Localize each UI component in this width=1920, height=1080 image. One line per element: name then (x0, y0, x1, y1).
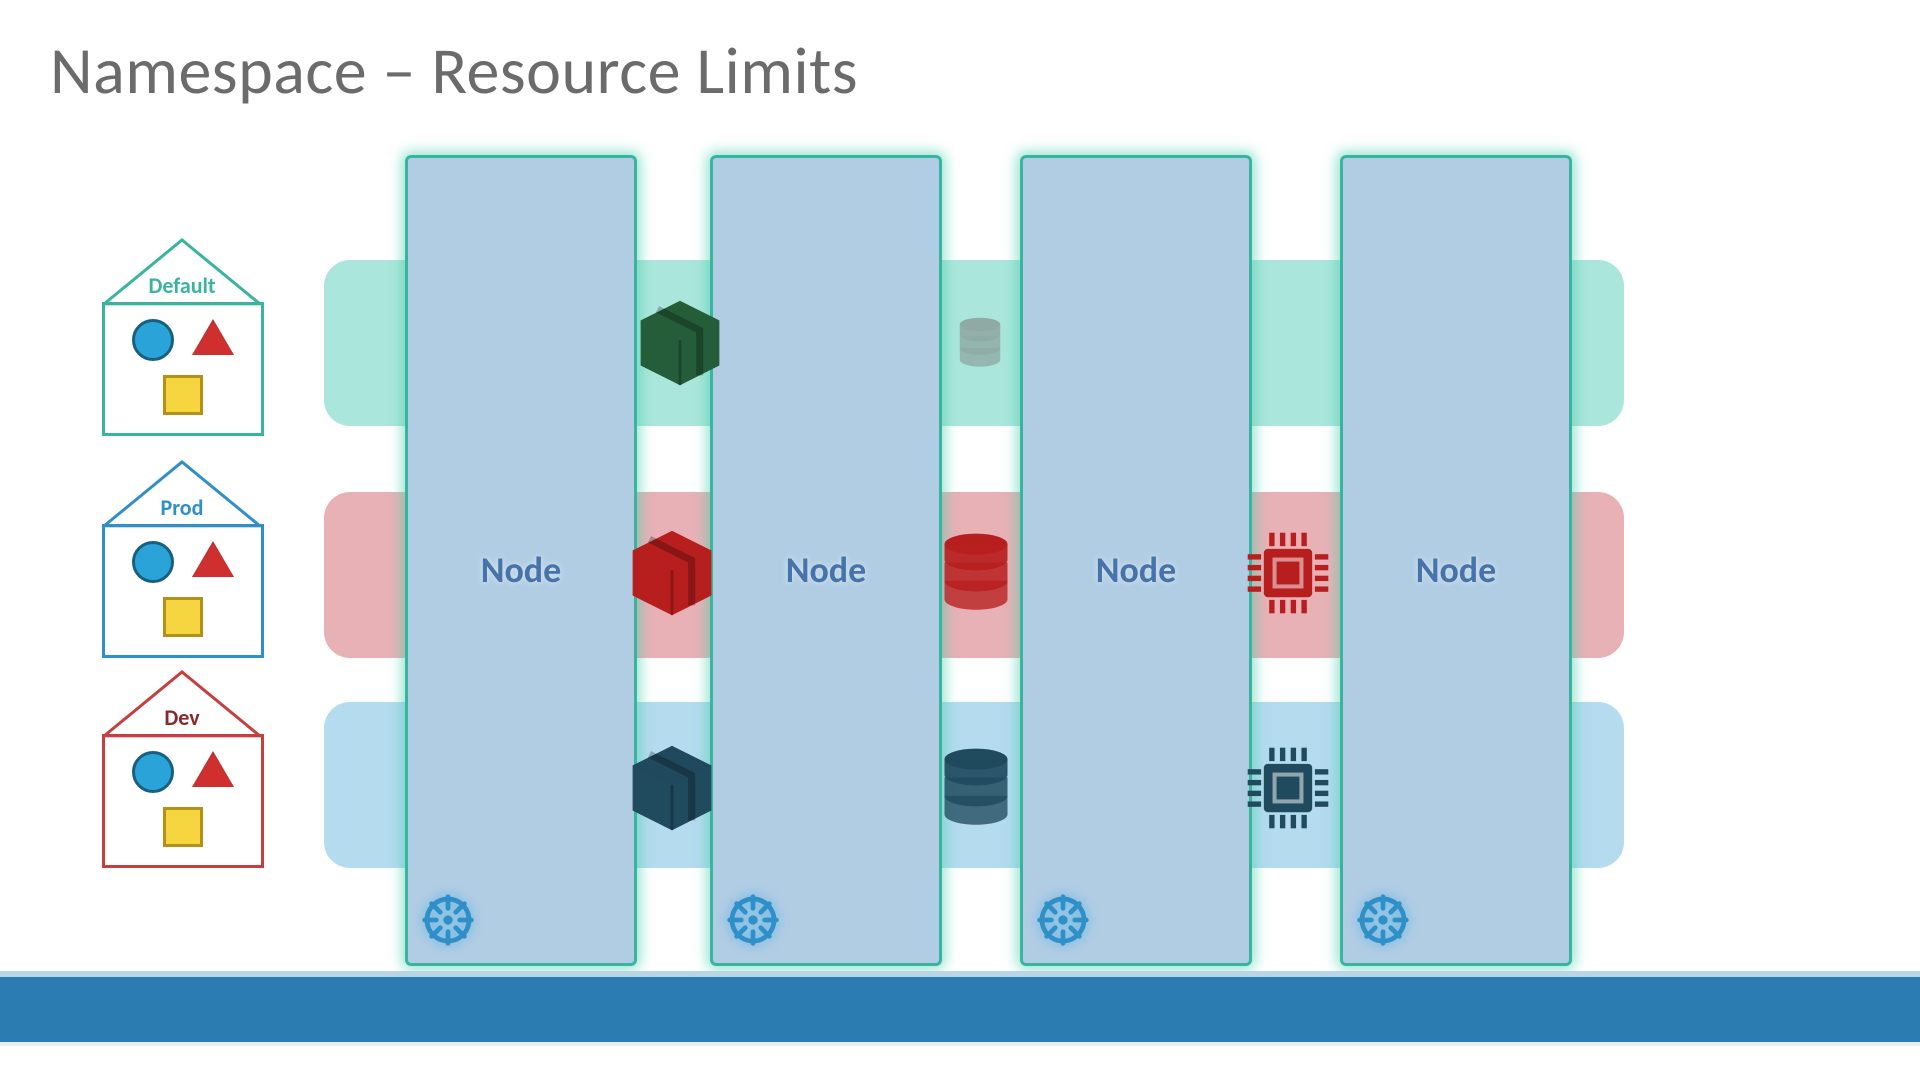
database-icon (934, 746, 1018, 830)
cpu-chip-icon (1245, 530, 1331, 616)
footer-bar (0, 977, 1920, 1042)
namespace-label: Dev (102, 704, 262, 731)
circle-icon (132, 319, 174, 361)
square-icon (163, 807, 203, 847)
package-box-icon (627, 528, 717, 618)
node-column: Node (710, 155, 942, 966)
node-label: Node (1343, 548, 1569, 592)
namespace-house-default: Default (102, 238, 262, 438)
package-box-icon (627, 743, 717, 833)
triangle-icon (192, 751, 234, 787)
kubernetes-wheel-icon (1035, 892, 1091, 953)
node-label: Node (1023, 548, 1249, 592)
node-label: Node (408, 548, 634, 592)
node-label: Node (713, 548, 939, 592)
node-column: Node (1020, 155, 1252, 966)
kubernetes-wheel-icon (725, 892, 781, 953)
circle-icon (132, 541, 174, 583)
circle-icon (132, 751, 174, 793)
square-icon (163, 375, 203, 415)
triangle-icon (192, 319, 234, 355)
triangle-icon (192, 541, 234, 577)
square-icon (163, 597, 203, 637)
page-title: Namespace – Resource Limits (50, 30, 858, 111)
package-box-icon (635, 298, 725, 388)
cpu-chip-icon (1245, 745, 1331, 831)
namespace-house-dev: Dev (102, 670, 262, 870)
namespace-house-prod: Prod (102, 460, 262, 660)
namespace-label: Prod (102, 494, 262, 521)
kubernetes-wheel-icon (1355, 892, 1411, 953)
database-icon (934, 531, 1018, 615)
namespace-label: Default (102, 272, 262, 299)
database-icon (953, 316, 1007, 370)
kubernetes-wheel-icon (420, 892, 476, 953)
node-column: Node (405, 155, 637, 966)
node-column: Node (1340, 155, 1572, 966)
